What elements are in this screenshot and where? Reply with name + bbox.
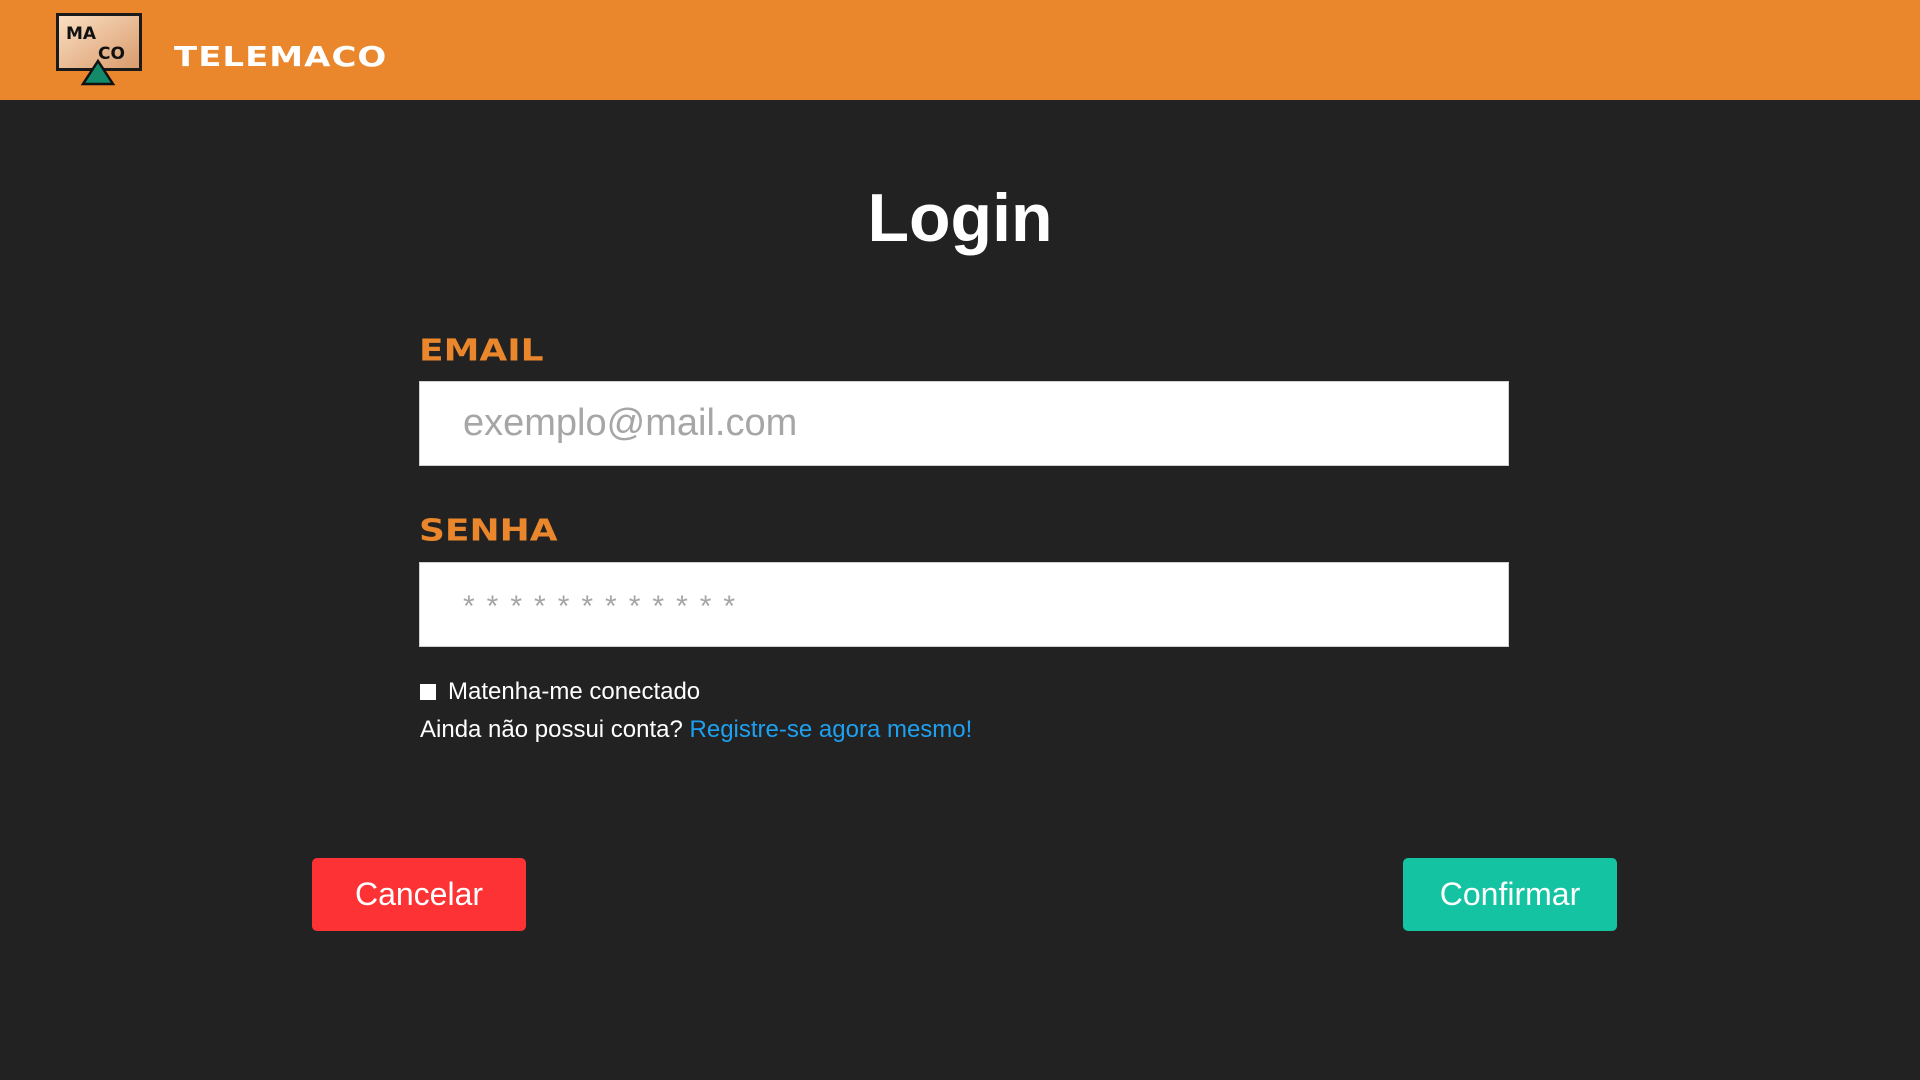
password-input[interactable] (419, 562, 1509, 647)
page-title: Login (867, 180, 1053, 256)
remember-label: Matenha-me conectado (448, 678, 701, 705)
register-line: Ainda não possui conta? Registre-se agor… (420, 716, 972, 744)
email-input[interactable] (419, 381, 1509, 466)
maco-logo-icon: MA CO (56, 13, 142, 86)
brand-name: TELEMACO (174, 41, 388, 73)
remember-checkbox[interactable] (420, 684, 436, 700)
svg-text:MA: MA (66, 24, 97, 44)
logo[interactable]: MA CO (56, 13, 142, 86)
top-header: MA CO TELEMACO (0, 0, 1920, 100)
register-prompt: Ainda não possui conta? (420, 716, 690, 743)
email-label: EMAIL (419, 333, 544, 368)
password-label: SENHA (419, 513, 558, 548)
register-link[interactable]: Registre-se agora mesmo! (690, 716, 973, 743)
remember-me: Matenha-me conectado (420, 678, 700, 706)
confirm-button[interactable]: Confirmar (1403, 858, 1617, 931)
svg-text:CO: CO (98, 44, 125, 64)
cancel-button[interactable]: Cancelar (312, 858, 526, 931)
